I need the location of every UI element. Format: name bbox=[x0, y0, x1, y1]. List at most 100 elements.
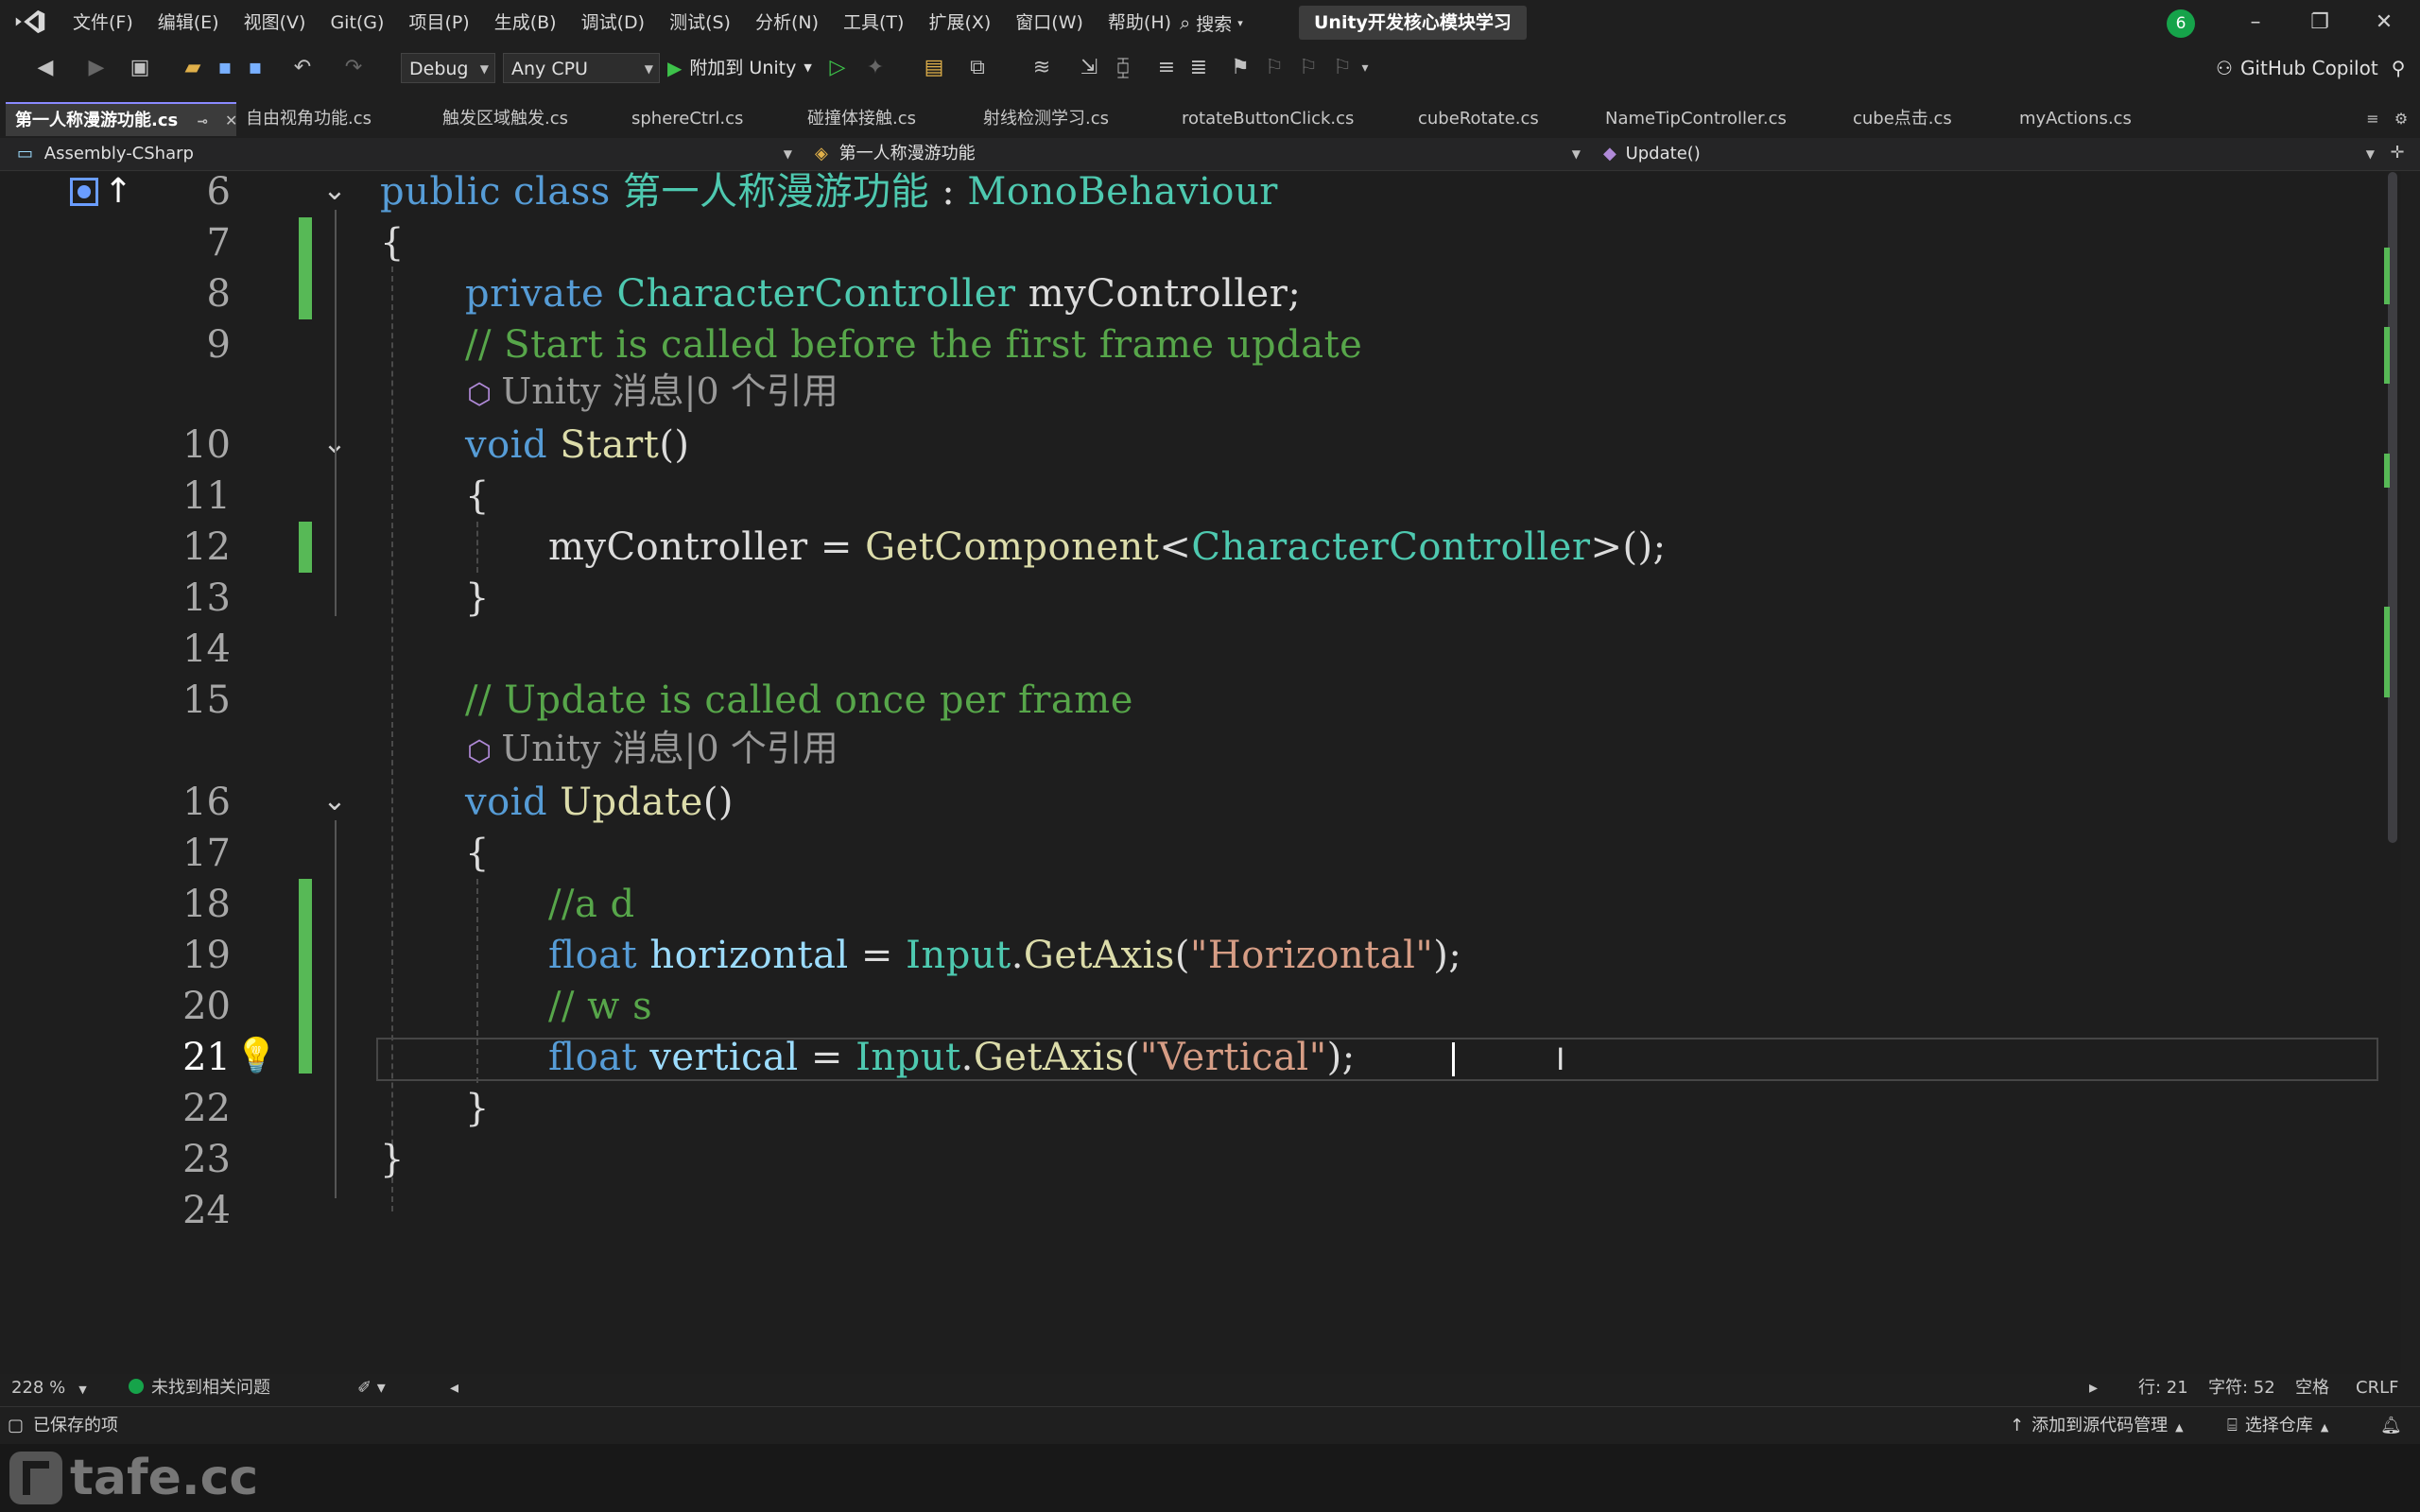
code-line-8: private CharacterController myController… bbox=[465, 272, 1302, 316]
fold-chevron-icon[interactable]: ⌄ bbox=[318, 174, 352, 208]
solution-config-value: Debug bbox=[409, 59, 469, 79]
tab-free-view[interactable]: 自由视角功能.cs bbox=[236, 102, 433, 136]
tab-trigger-area[interactable]: 触发区域触发.cs bbox=[433, 102, 622, 136]
save-all-icon[interactable]: ▪ bbox=[242, 55, 268, 81]
project-select[interactable]: ▭ Assembly-CSharp ▼ bbox=[6, 140, 800, 168]
notification-badge[interactable]: 6 bbox=[2167, 9, 2195, 38]
undo-icon[interactable]: ↶ bbox=[289, 55, 316, 81]
notifications-bell-icon[interactable]: 🔔︎ bbox=[2380, 1407, 2402, 1445]
menu-build[interactable]: 生成(B) bbox=[482, 0, 569, 45]
whitespace-indicator[interactable]: 空格 bbox=[2295, 1374, 2329, 1402]
up-arrow-icon: ↑ bbox=[2010, 1416, 2025, 1435]
line-number-current: 21 bbox=[182, 1036, 231, 1079]
zoom-level[interactable]: 228 % ▼ bbox=[11, 1374, 87, 1404]
minimize-icon[interactable]: – bbox=[2227, 4, 2284, 42]
pin-icon[interactable]: ⊸ bbox=[197, 114, 208, 129]
open-folder-icon[interactable]: ▰ bbox=[180, 55, 206, 81]
brush-icon[interactable]: ✐ ▾ bbox=[357, 1374, 386, 1402]
solution-explorer-icon[interactable]: ▤ bbox=[921, 55, 947, 81]
search-button[interactable]: ⌕ 搜索 ▾ bbox=[1180, 6, 1243, 40]
scroll-right-icon[interactable]: ▸ bbox=[2089, 1374, 2098, 1402]
menu-analyze[interactable]: 分析(N) bbox=[743, 0, 831, 45]
solution-name[interactable]: Unity开发核心模块学习 bbox=[1299, 6, 1527, 40]
tab-name-tip[interactable]: NameTipController.cs bbox=[1596, 102, 1843, 136]
redo-icon[interactable]: ↷ bbox=[340, 55, 367, 81]
menu-extensions[interactable]: 扩展(X) bbox=[916, 0, 1003, 45]
uncomment-icon[interactable]: ≣ bbox=[1185, 55, 1212, 81]
member-select[interactable]: ◆ Update() ▼ bbox=[1592, 140, 2382, 168]
menu-test[interactable]: 测试(S) bbox=[657, 0, 743, 45]
chat-icon: ▢ bbox=[8, 1416, 25, 1435]
settings-icon[interactable]: ⚙ bbox=[2388, 106, 2414, 132]
solution-config-select[interactable]: Debug ▼ bbox=[401, 53, 495, 83]
tab-list-icon[interactable]: ≡ bbox=[2360, 106, 2386, 132]
menu-debug[interactable]: 调试(D) bbox=[569, 0, 657, 45]
platform-select[interactable]: Any CPU ▼ bbox=[503, 53, 660, 83]
menu-project[interactable]: 项目(P) bbox=[396, 0, 481, 45]
attach-to-unity-button[interactable]: ▶ 附加到 Unity ▼ bbox=[667, 53, 812, 83]
tab-sphere-ctrl[interactable]: sphereCtrl.cs bbox=[622, 102, 798, 136]
navigate-back-icon[interactable]: ◀ bbox=[32, 55, 59, 81]
unity-cube-icon: ⬡ bbox=[467, 735, 493, 768]
issues-indicator[interactable]: 未找到相关问题 bbox=[129, 1374, 270, 1402]
scroll-left-icon[interactable]: ◂ bbox=[450, 1374, 458, 1402]
tab-first-person[interactable]: 第一人称漫游功能.cs ⊸ ✕ bbox=[6, 102, 236, 136]
fold-chevron-icon[interactable]: ⌄ bbox=[318, 784, 352, 818]
tab-raycast[interactable]: 射线检测学习.cs bbox=[974, 102, 1172, 136]
next-bookmark-icon[interactable]: ⚐ bbox=[1295, 55, 1322, 81]
vertical-scrollbar[interactable] bbox=[2382, 172, 2401, 1374]
line-number: 14 bbox=[182, 627, 231, 671]
menu-file[interactable]: 文件(F) bbox=[60, 0, 146, 45]
menu-tools[interactable]: 工具(T) bbox=[831, 0, 916, 45]
save-icon[interactable]: ▪ bbox=[212, 55, 238, 81]
menu-edit[interactable]: 编辑(E) bbox=[146, 0, 232, 45]
change-indicator bbox=[299, 522, 312, 573]
select-repository-button[interactable]: ⌸ 选择仓库 ▲ bbox=[2227, 1407, 2328, 1447]
comment-icon[interactable]: ≡ bbox=[1153, 55, 1180, 81]
split-window-icon[interactable]: ✛ bbox=[2384, 140, 2411, 166]
class-value: 第一人称漫游功能 bbox=[838, 144, 976, 163]
menu-window[interactable]: 窗口(W) bbox=[1003, 0, 1096, 45]
bookmark-icon[interactable]: ⚑ bbox=[1227, 55, 1253, 81]
visual-studio-logo-icon[interactable] bbox=[13, 8, 47, 36]
github-copilot-button[interactable]: ⚇ GitHub Copilot ⚲ bbox=[2216, 53, 2405, 83]
codelens-start[interactable]: ⬡ Unity 消息|0 个引用 bbox=[467, 367, 838, 420]
code-line-13: } bbox=[465, 576, 490, 620]
new-project-icon[interactable]: ▣ bbox=[127, 55, 153, 81]
restore-icon[interactable]: ❐ bbox=[2291, 4, 2348, 42]
watermark-text: tafe.cc bbox=[70, 1450, 259, 1506]
line-number: 17 bbox=[182, 832, 231, 875]
add-to-source-control-button[interactable]: ↑ 添加到源代码管理 ▲ bbox=[2010, 1407, 2184, 1447]
lightbulb-icon[interactable]: 💡 bbox=[234, 1036, 278, 1083]
hot-reload-icon[interactable]: ✦ bbox=[862, 55, 889, 81]
account-icon: ⚲ bbox=[2391, 57, 2406, 79]
menu-git[interactable]: Git(G) bbox=[318, 0, 396, 45]
code-editor[interactable]: ↑ 6 7 8 9 10 11 12 13 14 15 16 17 18 19 … bbox=[0, 172, 2401, 1374]
copilot-icon: ⚇ bbox=[2216, 57, 2233, 79]
class-icon: ◈ bbox=[815, 144, 828, 163]
tab-cube-click[interactable]: cube点击.cs bbox=[1843, 102, 2010, 136]
code-line-16: void Update() bbox=[465, 781, 735, 824]
tab-collider-contact[interactable]: 碰撞体接触.cs bbox=[798, 102, 974, 136]
toolbar-overflow-icon[interactable]: ▾ bbox=[1352, 55, 1378, 81]
class-select[interactable]: ◈ 第一人称漫游功能 ▼ bbox=[804, 140, 1588, 168]
step-into-icon[interactable]: ⇲ bbox=[1076, 55, 1102, 81]
line-ending-indicator[interactable]: CRLF bbox=[2356, 1374, 2398, 1402]
tab-cube-rotate[interactable]: cubeRotate.cs bbox=[1409, 102, 1596, 136]
browse-icon[interactable]: ⧉ bbox=[964, 55, 991, 81]
codelens-update[interactable]: ⬡ Unity 消息|0 个引用 bbox=[467, 724, 838, 777]
change-indicator bbox=[299, 217, 312, 319]
close-icon[interactable]: ✕ bbox=[225, 112, 236, 129]
line-indicator[interactable]: 行: 21 bbox=[2138, 1374, 2188, 1402]
format-icon[interactable]: ≋ bbox=[1028, 55, 1055, 81]
show-threads-icon[interactable]: ⧮ bbox=[1110, 55, 1136, 81]
tab-my-actions[interactable]: myActions.cs bbox=[2010, 102, 2186, 136]
navigate-forward-icon[interactable]: ▶ bbox=[83, 55, 110, 81]
tab-rotate-button[interactable]: rotateButtonClick.cs bbox=[1172, 102, 1409, 136]
menu-help[interactable]: 帮助(H) bbox=[1096, 0, 1184, 45]
start-without-debugging-icon[interactable]: ▷ bbox=[824, 55, 851, 81]
menu-view[interactable]: 视图(V) bbox=[232, 0, 319, 45]
char-indicator[interactable]: 字符: 52 bbox=[2208, 1374, 2275, 1402]
prev-bookmark-icon[interactable]: ⚐ bbox=[1261, 55, 1288, 81]
close-icon[interactable]: ✕ bbox=[2356, 4, 2412, 42]
